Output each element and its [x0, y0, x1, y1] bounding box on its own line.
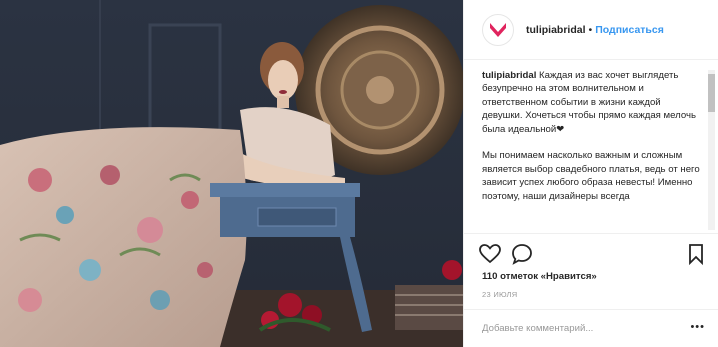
- follow-button[interactable]: Подписаться: [595, 24, 664, 36]
- comments-area[interactable]: tulipiabridal Каждая из вас хочет выгляд…: [464, 61, 718, 233]
- bookmark-icon[interactable]: [684, 242, 708, 266]
- likes-count[interactable]: 110 отметок «Нравится»: [482, 271, 597, 282]
- caption: tulipiabridal Каждая из вас хочет выгляд…: [482, 69, 701, 203]
- brand-logo-icon: [490, 22, 506, 37]
- action-icons: [478, 242, 708, 268]
- instagram-post-window: tulipiabridal • Подписаться tulipiabridal …: [0, 0, 718, 347]
- post-header: tulipiabridal • Подписаться: [464, 0, 718, 60]
- post-actions: 110 отметок «Нравится» 23 ИЮЛЯ •••: [464, 233, 718, 345]
- scroll-thumb[interactable]: [708, 74, 715, 112]
- comment-icon[interactable]: [510, 242, 534, 266]
- post-photo[interactable]: [0, 0, 463, 347]
- separator-dot: •: [588, 23, 593, 36]
- post-side-panel: tulipiabridal • Подписаться tulipiabridal …: [463, 0, 718, 347]
- heart-icon[interactable]: [478, 242, 502, 266]
- caption-username[interactable]: tulipiabridal: [482, 70, 536, 81]
- post-date: 23 ИЮЛЯ: [482, 290, 518, 299]
- header-text: tulipiabridal • Подписаться: [526, 24, 664, 36]
- comment-box: •••: [464, 309, 718, 346]
- avatar[interactable]: [482, 13, 514, 46]
- username-link[interactable]: tulipiabridal: [526, 24, 586, 36]
- more-options-button[interactable]: •••: [690, 321, 705, 333]
- comments-scrollbar[interactable]: [708, 70, 715, 230]
- caption-text: Каждая из вас хочет выглядеть безупречно…: [482, 70, 700, 202]
- comment-input[interactable]: [482, 319, 682, 337]
